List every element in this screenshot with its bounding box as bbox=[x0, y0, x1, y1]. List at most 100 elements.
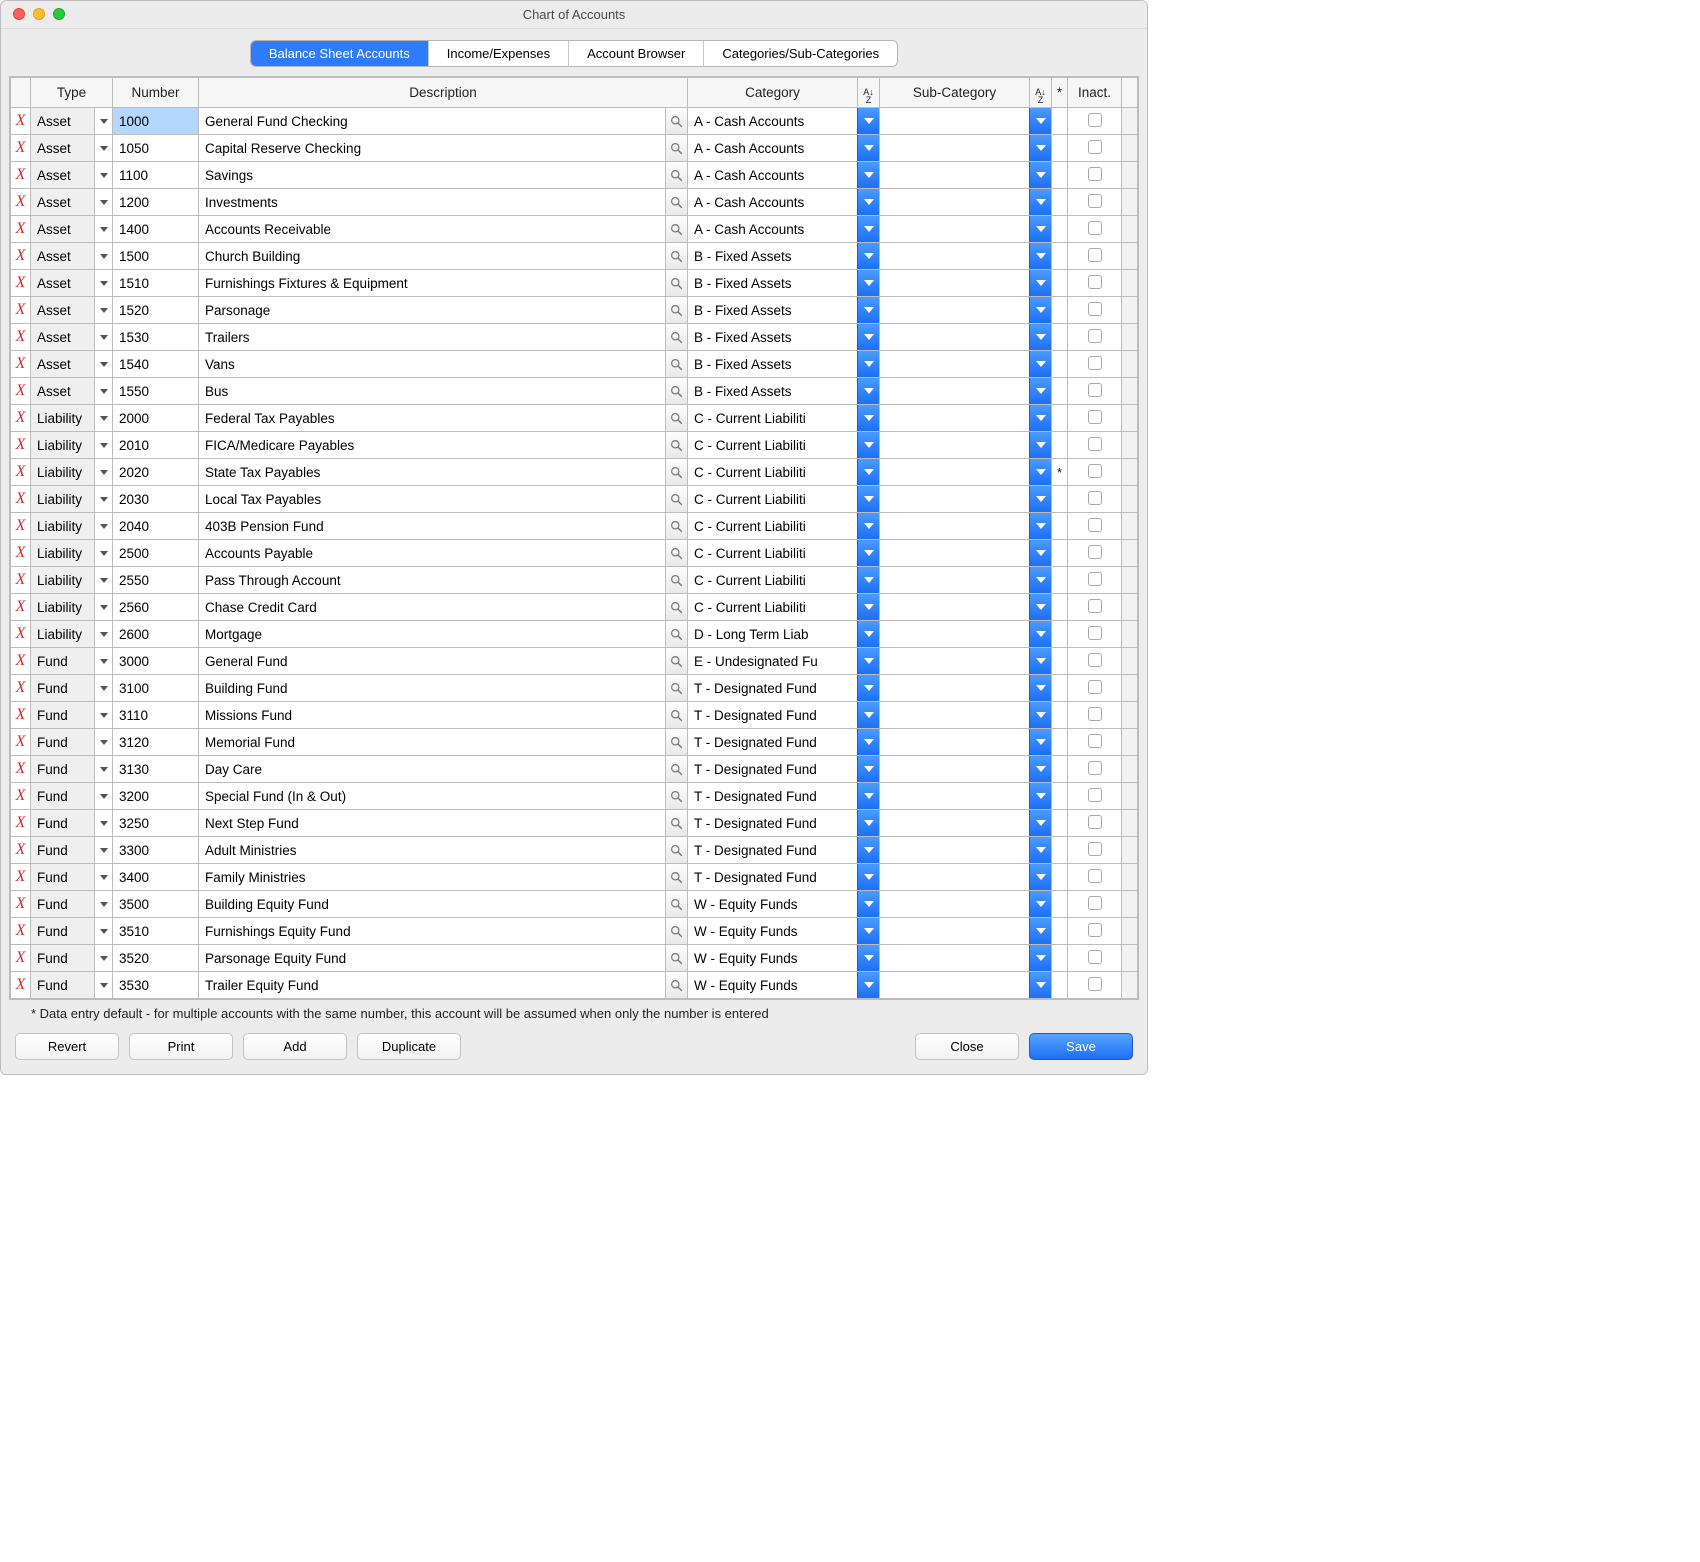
inactive-checkbox[interactable] bbox=[1088, 761, 1102, 775]
chevron-down-icon[interactable] bbox=[857, 675, 879, 701]
default-account-marker[interactable] bbox=[1052, 189, 1068, 216]
inactive-checkbox[interactable] bbox=[1088, 248, 1102, 262]
number-field[interactable]: 1200 bbox=[113, 189, 198, 215]
chevron-down-icon[interactable] bbox=[857, 324, 879, 350]
duplicate-button[interactable]: Duplicate bbox=[357, 1033, 461, 1060]
category-select[interactable]: B - Fixed Assets bbox=[688, 324, 879, 350]
description-field[interactable]: Federal Tax Payables bbox=[199, 405, 665, 431]
inactive-checkbox[interactable] bbox=[1088, 977, 1102, 991]
delete-row-button[interactable]: X bbox=[11, 459, 30, 485]
chevron-down-icon[interactable] bbox=[94, 486, 112, 512]
chevron-down-icon[interactable] bbox=[1029, 459, 1051, 485]
type-select[interactable]: Liability bbox=[31, 513, 112, 539]
chevron-down-icon[interactable] bbox=[857, 918, 879, 944]
type-select[interactable]: Asset bbox=[31, 378, 112, 404]
category-select[interactable]: T - Designated Fund bbox=[688, 756, 879, 782]
default-account-marker[interactable] bbox=[1052, 297, 1068, 324]
category-select[interactable]: E - Undesignated Fu bbox=[688, 648, 879, 674]
number-field[interactable]: 1400 bbox=[113, 216, 198, 242]
chevron-down-icon[interactable] bbox=[857, 729, 879, 755]
col-description[interactable]: Description bbox=[199, 78, 688, 108]
description-field[interactable]: Missions Fund bbox=[199, 702, 665, 728]
add-button[interactable]: Add bbox=[243, 1033, 347, 1060]
subcategory-select[interactable] bbox=[880, 810, 1051, 836]
delete-row-button[interactable]: X bbox=[11, 297, 30, 323]
default-account-marker[interactable] bbox=[1052, 108, 1068, 135]
search-icon[interactable] bbox=[665, 459, 687, 485]
chevron-down-icon[interactable] bbox=[94, 162, 112, 188]
chevron-down-icon[interactable] bbox=[1029, 648, 1051, 674]
delete-row-button[interactable]: X bbox=[11, 837, 30, 863]
number-field[interactable]: 2010 bbox=[113, 432, 198, 458]
type-select[interactable]: Fund bbox=[31, 810, 112, 836]
search-icon[interactable] bbox=[665, 891, 687, 917]
subcategory-select[interactable] bbox=[880, 432, 1051, 458]
inactive-checkbox[interactable] bbox=[1088, 707, 1102, 721]
inactive-checkbox[interactable] bbox=[1088, 842, 1102, 856]
inactive-checkbox[interactable] bbox=[1088, 113, 1102, 127]
delete-row-button[interactable]: X bbox=[11, 972, 30, 998]
default-account-marker[interactable] bbox=[1052, 621, 1068, 648]
description-field[interactable]: State Tax Payables bbox=[199, 459, 665, 485]
subcategory-select[interactable] bbox=[880, 486, 1051, 512]
chevron-down-icon[interactable] bbox=[94, 540, 112, 566]
delete-row-button[interactable]: X bbox=[11, 270, 30, 296]
default-account-marker[interactable] bbox=[1052, 891, 1068, 918]
type-select[interactable]: Fund bbox=[31, 918, 112, 944]
chevron-down-icon[interactable] bbox=[857, 756, 879, 782]
default-account-marker[interactable] bbox=[1052, 945, 1068, 972]
type-select[interactable]: Liability bbox=[31, 459, 112, 485]
search-icon[interactable] bbox=[665, 297, 687, 323]
category-select[interactable]: A - Cash Accounts bbox=[688, 162, 879, 188]
chevron-down-icon[interactable] bbox=[1029, 702, 1051, 728]
category-select[interactable]: T - Designated Fund bbox=[688, 783, 879, 809]
category-select[interactable]: T - Designated Fund bbox=[688, 702, 879, 728]
number-field[interactable]: 3300 bbox=[113, 837, 198, 863]
number-field[interactable]: 1540 bbox=[113, 351, 198, 377]
chevron-down-icon[interactable] bbox=[94, 243, 112, 269]
category-select[interactable]: C - Current Liabiliti bbox=[688, 405, 879, 431]
chevron-down-icon[interactable] bbox=[1029, 729, 1051, 755]
revert-button[interactable]: Revert bbox=[15, 1033, 119, 1060]
description-field[interactable]: General Fund Checking bbox=[199, 108, 665, 134]
chevron-down-icon[interactable] bbox=[1029, 189, 1051, 215]
subcategory-select[interactable] bbox=[880, 405, 1051, 431]
inactive-checkbox[interactable] bbox=[1088, 167, 1102, 181]
tab-balance-sheet[interactable]: Balance Sheet Accounts bbox=[251, 41, 429, 66]
type-select[interactable]: Fund bbox=[31, 675, 112, 701]
default-account-marker[interactable] bbox=[1052, 513, 1068, 540]
chevron-down-icon[interactable] bbox=[94, 891, 112, 917]
subcategory-select[interactable] bbox=[880, 675, 1051, 701]
chevron-down-icon[interactable] bbox=[857, 783, 879, 809]
chevron-down-icon[interactable] bbox=[1029, 594, 1051, 620]
category-select[interactable]: W - Equity Funds bbox=[688, 945, 879, 971]
subcategory-select[interactable] bbox=[880, 945, 1051, 971]
chevron-down-icon[interactable] bbox=[94, 351, 112, 377]
default-account-marker[interactable] bbox=[1052, 243, 1068, 270]
delete-row-button[interactable]: X bbox=[11, 189, 30, 215]
zoom-window-icon[interactable] bbox=[53, 8, 65, 20]
default-account-marker[interactable] bbox=[1052, 918, 1068, 945]
chevron-down-icon[interactable] bbox=[857, 135, 879, 161]
chevron-down-icon[interactable] bbox=[94, 324, 112, 350]
chevron-down-icon[interactable] bbox=[1029, 837, 1051, 863]
chevron-down-icon[interactable] bbox=[857, 621, 879, 647]
chevron-down-icon[interactable] bbox=[857, 513, 879, 539]
description-field[interactable]: Bus bbox=[199, 378, 665, 404]
delete-row-button[interactable]: X bbox=[11, 216, 30, 242]
chevron-down-icon[interactable] bbox=[94, 459, 112, 485]
category-select[interactable]: C - Current Liabiliti bbox=[688, 459, 879, 485]
subcategory-select[interactable] bbox=[880, 162, 1051, 188]
description-field[interactable]: Family Ministries bbox=[199, 864, 665, 890]
description-field[interactable]: Pass Through Account bbox=[199, 567, 665, 593]
chevron-down-icon[interactable] bbox=[1029, 513, 1051, 539]
subcategory-select[interactable] bbox=[880, 216, 1051, 242]
description-field[interactable]: Investments bbox=[199, 189, 665, 215]
chevron-down-icon[interactable] bbox=[1029, 891, 1051, 917]
delete-row-button[interactable]: X bbox=[11, 135, 30, 161]
default-account-marker[interactable] bbox=[1052, 783, 1068, 810]
chevron-down-icon[interactable] bbox=[94, 108, 112, 134]
type-select[interactable]: Liability bbox=[31, 621, 112, 647]
chevron-down-icon[interactable] bbox=[857, 864, 879, 890]
type-select[interactable]: Fund bbox=[31, 837, 112, 863]
